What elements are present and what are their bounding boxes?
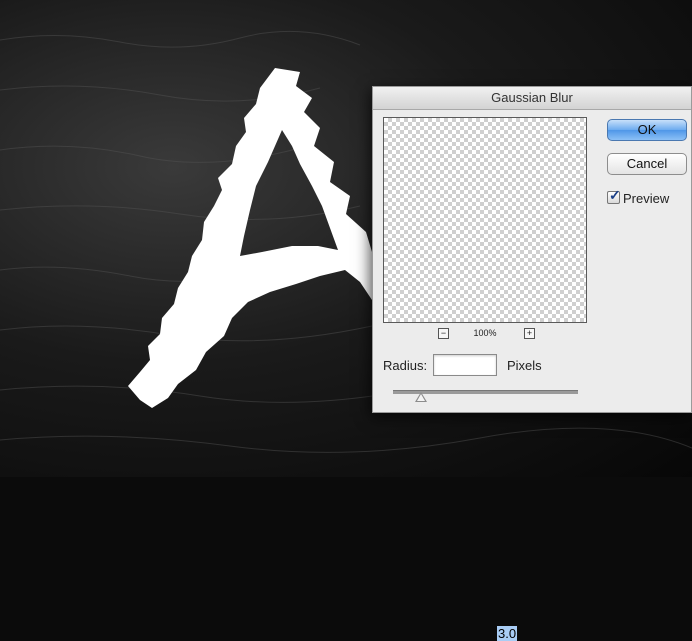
preview-checkbox[interactable]: ✓ xyxy=(607,187,621,204)
dialog-title: Gaussian Blur xyxy=(373,87,691,110)
zoom-level-text: 100% xyxy=(473,328,497,338)
blur-preview-area[interactable] xyxy=(383,117,587,323)
radius-slider-thumb[interactable] xyxy=(414,392,427,402)
checkmark-icon: ✓ xyxy=(609,187,621,203)
radius-label: Radius: xyxy=(383,358,428,373)
zoom-out-button[interactable]: − xyxy=(438,328,449,339)
radius-input[interactable]: 3.0 xyxy=(433,354,518,641)
gaussian-blur-dialog: Gaussian Blur − 100% + Radius: 3.0 Pixel… xyxy=(372,86,692,641)
cancel-button[interactable]: Cancel xyxy=(607,153,687,175)
preview-checkbox-row[interactable]: ✓ Preview xyxy=(607,187,670,206)
radius-value: 3.0 xyxy=(497,626,518,641)
radius-units-label: Pixels xyxy=(507,358,542,373)
ok-button[interactable]: OK xyxy=(607,119,687,141)
preview-label: Preview xyxy=(623,191,670,206)
zoom-in-button[interactable]: + xyxy=(524,328,535,339)
